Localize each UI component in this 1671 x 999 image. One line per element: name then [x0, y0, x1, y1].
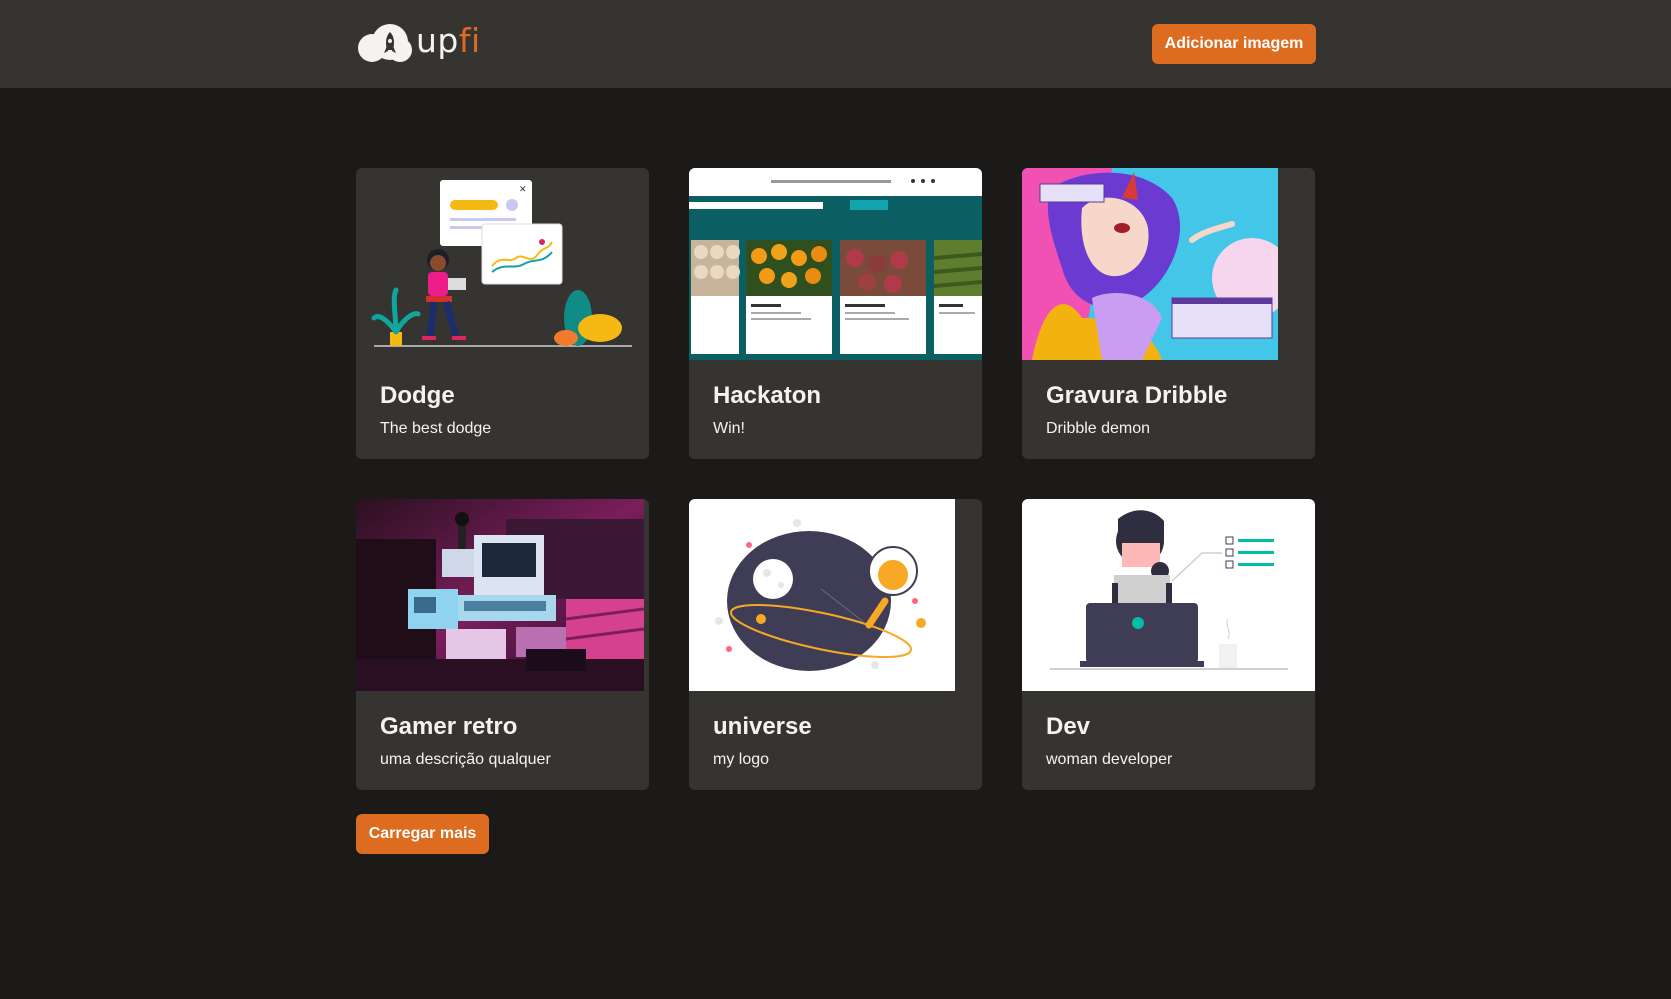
card-title: Hackaton [713, 382, 822, 409]
upfi-logo[interactable]: upfi [356, 22, 481, 64]
card-description: Dribble demon [1046, 420, 1151, 437]
card-image[interactable] [1022, 168, 1278, 360]
card-description: Win! [713, 420, 745, 437]
card-image[interactable]: ✕ [356, 168, 649, 360]
image-card[interactable]: Dev woman developer [1022, 499, 1315, 790]
card-title: universe [713, 713, 812, 740]
svg-text:✕: ✕ [519, 185, 527, 195]
add-image-button[interactable]: Adicionar imagem [1152, 24, 1316, 64]
card-description: my logo [713, 751, 770, 768]
card-title: Dev [1046, 713, 1091, 740]
card-image[interactable] [1022, 499, 1315, 691]
logo-wordmark: upfi [416, 20, 481, 60]
image-card[interactable]: Hackaton Win! [689, 168, 982, 459]
card-image[interactable] [356, 499, 644, 691]
image-card[interactable]: Gamer retro uma descrição qualquer [356, 499, 649, 790]
card-image[interactable] [689, 168, 982, 360]
card-title: Gravura Dribble [1046, 382, 1228, 409]
card-title: Gamer retro [380, 713, 518, 740]
cloud-rocket-icon [358, 24, 412, 62]
card-image[interactable] [689, 499, 955, 691]
card-description: The best dodge [380, 420, 492, 437]
card-description: uma descrição qualquer [380, 751, 551, 768]
image-card[interactable]: universe my logo [689, 499, 982, 790]
card-description: woman developer [1046, 751, 1173, 768]
top-header: upfi Adicionar imagem [0, 0, 1671, 88]
card-title: Dodge [380, 382, 455, 409]
image-card[interactable]: Gravura Dribble Dribble demon [1022, 168, 1315, 459]
image-card[interactable]: ✕ Dodge The best dodge [356, 168, 649, 459]
load-more-button[interactable]: Carregar mais [356, 814, 489, 854]
